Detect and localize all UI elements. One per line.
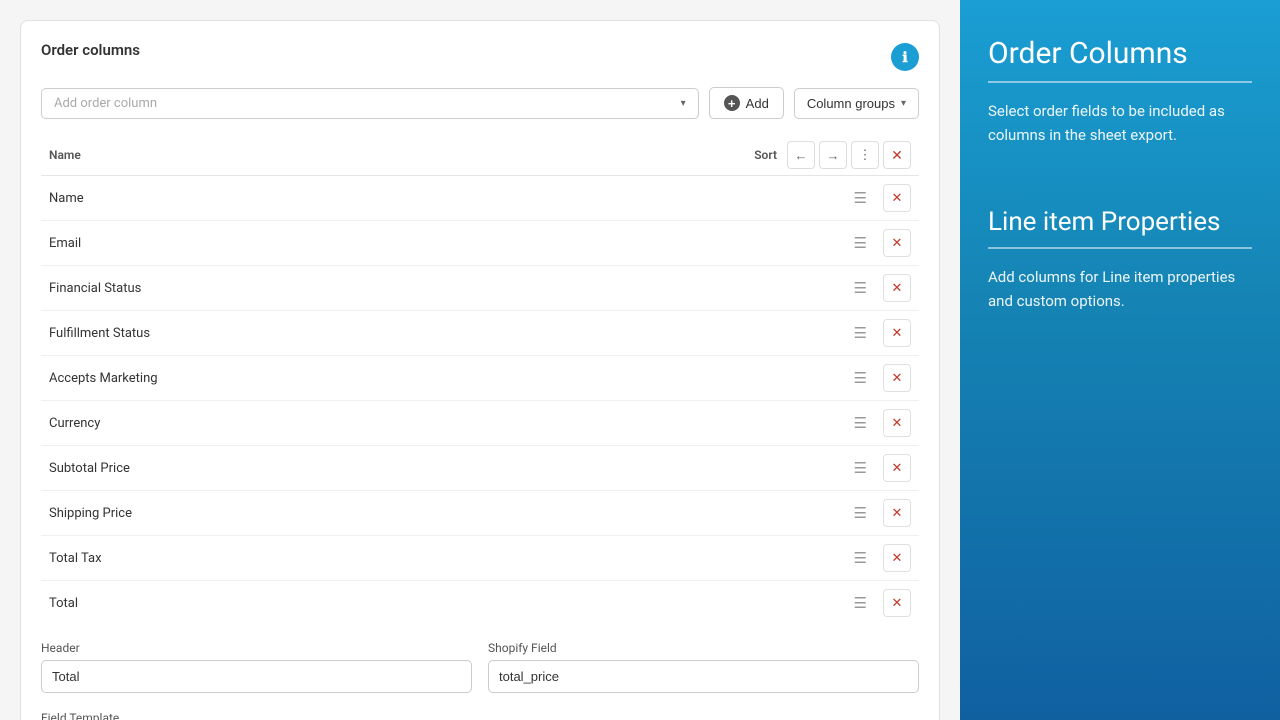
column-sort-cell: ☰ ✕	[746, 491, 919, 536]
column-name-cell: Fulfillment Status	[41, 311, 746, 356]
order-columns-card: Order columns ℹ Add order column ▾ + Add…	[20, 20, 940, 720]
add-button[interactable]: + Add	[709, 87, 784, 119]
column-sort-cell: ☰ ✕	[746, 176, 919, 221]
header-input[interactable]	[41, 660, 472, 693]
row-delete-button[interactable]: ✕	[883, 364, 911, 392]
table-row: Name ☰ ✕	[41, 176, 919, 221]
drag-handle-icon: ☰	[854, 369, 867, 387]
sort-dots-button[interactable]: ⋮	[851, 141, 879, 169]
shopify-field-group: Shopify Field	[488, 641, 919, 693]
column-groups-label: Column groups	[807, 96, 895, 111]
drag-handle-icon: ☰	[854, 234, 867, 252]
add-column-dropdown[interactable]: Add order column ▾	[41, 88, 699, 119]
table-row: Financial Status ☰ ✕	[41, 266, 919, 311]
shopify-field-label: Shopify Field	[488, 641, 919, 655]
column-groups-button[interactable]: Column groups ▾	[794, 88, 919, 119]
plus-circle-icon: +	[724, 95, 740, 111]
drag-handle-icon: ☰	[854, 504, 867, 522]
table-row: Fulfillment Status ☰ ✕	[41, 311, 919, 356]
chevron-down-icon: ▾	[681, 98, 686, 109]
right-panel-title: Order Columns	[988, 36, 1252, 71]
column-name-cell: Currency	[41, 401, 746, 446]
field-template-label: Field Template	[41, 711, 119, 720]
right-panel-divider-2	[988, 247, 1252, 249]
chevron-down-icon-2: ▾	[901, 98, 906, 109]
drag-handle-icon: ☰	[854, 324, 867, 342]
row-delete-button[interactable]: ✕	[883, 454, 911, 482]
table-row: Currency ☰ ✕	[41, 401, 919, 446]
bottom-form: Header Shopify Field Field Template Form…	[41, 641, 919, 720]
header-shopify-row: Header Shopify Field	[41, 641, 919, 693]
sort-forward-button[interactable]: →	[819, 141, 847, 169]
row-delete-button[interactable]: ✕	[883, 184, 911, 212]
right-panel-section2-title: Line item Properties	[988, 207, 1252, 237]
column-sort-cell: ☰ ✕	[746, 581, 919, 626]
field-template-group: Field Template	[41, 707, 919, 720]
header-group: Header	[41, 641, 472, 693]
toolbar: Add order column ▾ + Add Column groups ▾	[41, 87, 919, 119]
column-name-cell: Financial Status	[41, 266, 746, 311]
column-name-cell: Total Tax	[41, 536, 746, 581]
column-name-cell: Name	[41, 176, 746, 221]
row-delete-button[interactable]: ✕	[883, 499, 911, 527]
sort-label: Sort	[754, 148, 777, 162]
sort-controls: Sort ← → ⋮ ✕	[754, 141, 911, 169]
card-title: Order columns	[41, 41, 140, 59]
drag-handle-icon: ☰	[854, 189, 867, 207]
main-panel: Order columns ℹ Add order column ▾ + Add…	[0, 0, 960, 720]
column-sort-cell: ☰ ✕	[746, 221, 919, 266]
column-sort-cell: ☰ ✕	[746, 446, 919, 491]
column-sort-cell: ☰ ✕	[746, 311, 919, 356]
info-button[interactable]: ℹ	[891, 43, 919, 71]
drag-handle-icon: ☰	[854, 279, 867, 297]
column-name-cell: Shipping Price	[41, 491, 746, 536]
add-button-label: Add	[746, 96, 769, 111]
row-delete-button[interactable]: ✕	[883, 274, 911, 302]
table-row: Subtotal Price ☰ ✕	[41, 446, 919, 491]
table-row: Email ☰ ✕	[41, 221, 919, 266]
drag-handle-icon: ☰	[854, 594, 867, 612]
row-delete-button[interactable]: ✕	[883, 229, 911, 257]
drag-handle-icon: ☰	[854, 414, 867, 432]
delete-all-button[interactable]: ✕	[883, 141, 911, 169]
column-name-cell: Accepts Marketing	[41, 356, 746, 401]
right-panel: Order Columns Select order fields to be …	[960, 0, 1280, 720]
right-panel-divider-1	[988, 81, 1252, 83]
header-label: Header	[41, 641, 472, 655]
right-panel-section2-description: Add columns for Line item properties and…	[988, 265, 1252, 313]
row-delete-button[interactable]: ✕	[883, 589, 911, 617]
column-sort-cell: ☰ ✕	[746, 266, 919, 311]
table-row: Shipping Price ☰ ✕	[41, 491, 919, 536]
drag-handle-icon: ☰	[854, 549, 867, 567]
columns-table: Name Sort ← → ⋮ ✕ Name	[41, 135, 919, 625]
table-row: Total Tax ☰ ✕	[41, 536, 919, 581]
add-column-placeholder: Add order column	[54, 96, 157, 111]
row-delete-button[interactable]: ✕	[883, 544, 911, 572]
right-panel-description: Select order fields to be included as co…	[988, 99, 1252, 147]
column-sort-cell: ☰ ✕	[746, 401, 919, 446]
column-sort-cell: ☰ ✕	[746, 356, 919, 401]
table-row: Total ☰ ✕	[41, 581, 919, 626]
sort-back-button[interactable]: ←	[787, 141, 815, 169]
table-row: Accepts Marketing ☰ ✕	[41, 356, 919, 401]
row-delete-button[interactable]: ✕	[883, 319, 911, 347]
name-column-header: Name	[41, 135, 746, 176]
right-panel-section2: Line item Properties Add columns for Lin…	[988, 207, 1252, 313]
column-name-cell: Total	[41, 581, 746, 626]
drag-handle-icon: ☰	[854, 459, 867, 477]
column-sort-cell: ☰ ✕	[746, 536, 919, 581]
shopify-field-input[interactable]	[488, 660, 919, 693]
row-delete-button[interactable]: ✕	[883, 409, 911, 437]
sort-column-header: Sort ← → ⋮ ✕	[746, 135, 919, 176]
column-name-cell: Email	[41, 221, 746, 266]
column-name-cell: Subtotal Price	[41, 446, 746, 491]
